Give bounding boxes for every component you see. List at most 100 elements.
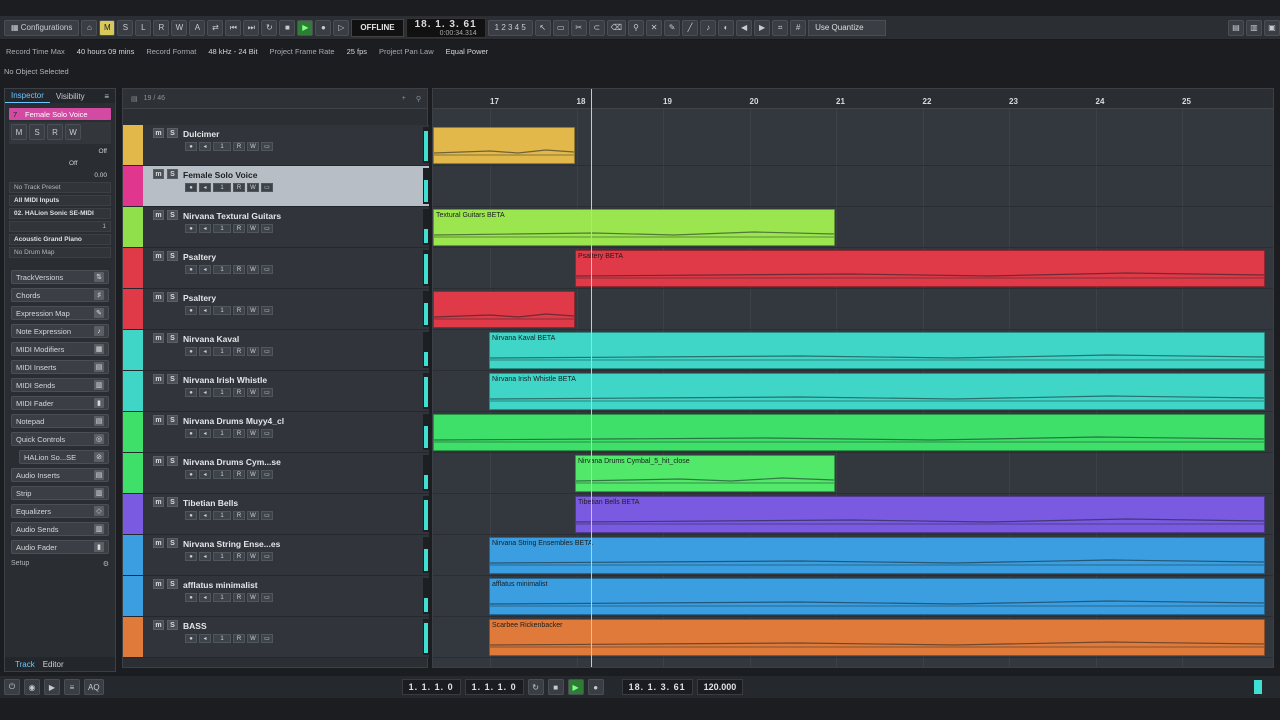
section-notepad[interactable]: Notepad ▤ — [11, 414, 109, 428]
grid-type-icon[interactable]: # — [790, 19, 807, 36]
snap-icon[interactable]: ⌗ — [772, 19, 789, 36]
track-solo-button[interactable]: S — [167, 210, 178, 220]
track-name[interactable]: Psaltery — [183, 293, 216, 303]
read-button[interactable]: R — [233, 183, 245, 192]
monitor-button[interactable]: ● — [185, 142, 197, 151]
line-tool-icon[interactable]: ╱ — [682, 19, 699, 36]
nudge-right-icon[interactable]: ▶ — [754, 19, 771, 36]
track-solo-button[interactable]: S — [167, 374, 178, 384]
write-button[interactable]: W — [247, 552, 259, 561]
write-button[interactable]: W — [65, 124, 81, 140]
section-trackversions[interactable]: TrackVersions ⇅ — [11, 270, 109, 284]
track-row[interactable]: m S Nirvana Kaval ● ◂ 1 R W ▭ — [123, 330, 429, 371]
track-controls[interactable]: M S R W — [9, 122, 111, 144]
record-enable-button[interactable]: ◂ — [199, 142, 211, 151]
window-split-icon[interactable]: ▥ — [1246, 19, 1262, 36]
edit-button[interactable]: ▭ — [261, 552, 273, 561]
erase-tool-icon[interactable]: ⌫ — [606, 19, 627, 36]
midi-part[interactable]: Nirvana Drums Cymbal_5_hit_close — [575, 455, 835, 492]
inspector-track-name[interactable]: 7 Female Solo Voice — [9, 108, 111, 120]
track-mute-button[interactable]: m — [153, 333, 164, 343]
ruler[interactable]: 17 18 19 20 21 22 23 24 25 — [433, 89, 1273, 109]
list-editor-icon[interactable]: ≡ — [64, 679, 80, 695]
read-button[interactable]: R — [233, 552, 245, 561]
track-color[interactable] — [123, 535, 143, 575]
playhead[interactable] — [591, 89, 592, 667]
record-enable-button[interactable]: ◂ — [199, 306, 211, 315]
write-button[interactable]: W — [247, 429, 259, 438]
zoom-tool-icon[interactable]: ⚲ — [628, 19, 645, 36]
read-button[interactable]: R — [233, 224, 245, 233]
pointer-tool-icon[interactable]: ↖ — [534, 19, 551, 36]
mode-w-button[interactable]: W — [171, 19, 188, 36]
draw-tool-icon[interactable]: ✎ — [664, 19, 681, 36]
read-button[interactable]: R — [233, 593, 245, 602]
channel-field[interactable]: 1 — [213, 470, 231, 479]
instrument-slot[interactable]: HALion So...SE ⊘ — [19, 450, 109, 464]
transport-stop-icon[interactable]: ■ — [547, 679, 564, 695]
mode-l-button[interactable]: L — [135, 19, 152, 36]
track-mute-button[interactable]: m — [153, 169, 164, 179]
record-enable-button[interactable]: ◂ — [199, 347, 211, 356]
section-midi-fader[interactable]: MIDI Fader ▮ — [11, 396, 109, 410]
track-name[interactable]: Tibetian Bells — [183, 498, 238, 508]
write-button[interactable]: W — [247, 634, 259, 643]
track-color[interactable] — [123, 248, 143, 288]
monitor-button[interactable]: ● — [185, 511, 197, 520]
write-button[interactable]: W — [247, 306, 259, 315]
track-mute-button[interactable]: m — [153, 374, 164, 384]
program-field[interactable]: Acoustic Grand Piano — [9, 234, 111, 245]
menu-icon[interactable]: ≡ — [98, 89, 115, 103]
setup-row[interactable]: Setup ⚙ — [11, 560, 109, 568]
midi-part[interactable]: Nirvana String Ensembles BETA — [489, 537, 1265, 574]
section-audio-fader[interactable]: Audio Fader ▮ — [11, 540, 109, 554]
mode-a-button[interactable]: A — [189, 19, 206, 36]
track-solo-button[interactable]: S — [167, 128, 178, 138]
right-locator[interactable]: 1. 1. 1. 0 — [464, 679, 524, 695]
home-icon[interactable]: ⌂ — [81, 19, 98, 36]
transport-position[interactable]: 18. 1. 3. 61 — [621, 679, 693, 695]
velocity-value[interactable]: Off — [69, 160, 78, 167]
read-button[interactable]: R — [233, 511, 245, 520]
track-mute-button[interactable]: m — [153, 538, 164, 548]
midi-part[interactable] — [433, 291, 575, 328]
track-name[interactable]: Female Solo Voice — [183, 170, 257, 180]
monitor-button[interactable]: ● — [185, 552, 197, 561]
read-button[interactable]: R — [233, 306, 245, 315]
write-button[interactable]: W — [247, 142, 259, 151]
track-row[interactable]: m S Nirvana Drums Muyy4_cl ● ◂ 1 R W ▭ — [123, 412, 429, 453]
play-icon[interactable]: ▶ — [297, 19, 314, 36]
punch-icon[interactable]: ▷ — [333, 19, 350, 36]
track-row[interactable]: m S Nirvana Textural Guitars ● ◂ 1 R W ▭ — [123, 207, 429, 248]
track-color[interactable] — [123, 453, 143, 493]
nudge-left-icon[interactable]: ◀ — [736, 19, 753, 36]
edit-button[interactable]: ▭ — [261, 142, 273, 151]
track-color[interactable] — [123, 494, 143, 534]
read-button[interactable]: R — [233, 388, 245, 397]
channel-field[interactable]: 1 — [213, 552, 231, 561]
track-row[interactable]: m S Psaltery ● ◂ 1 R W ▭ — [123, 289, 429, 330]
monitor-button[interactable]: ● — [185, 265, 197, 274]
record-format-value[interactable]: 48 kHz - 24 Bit — [208, 47, 257, 56]
mute-tool-icon[interactable]: ✕ — [646, 19, 663, 36]
track-name[interactable]: BASS — [183, 621, 207, 631]
track-color[interactable] — [123, 617, 143, 657]
pan-law-value[interactable]: Equal Power — [446, 47, 489, 56]
channel-field[interactable]: 1 — [213, 142, 231, 151]
track-solo-button[interactable]: S — [167, 456, 178, 466]
record-enable-button[interactable]: ◂ — [199, 429, 211, 438]
midi-part[interactable]: Textural Guitars BETA — [433, 209, 835, 246]
track-name[interactable]: Psaltery — [183, 252, 216, 262]
midi-channel-field[interactable]: 1 — [9, 221, 111, 232]
channel-field[interactable]: 1 — [213, 511, 231, 520]
write-button[interactable]: W — [247, 511, 259, 520]
track-solo-button[interactable]: S — [167, 333, 178, 343]
glue-tool-icon[interactable]: ⊂ — [588, 19, 605, 36]
track-mute-button[interactable]: m — [153, 456, 164, 466]
edit-button[interactable]: ▭ — [261, 511, 273, 520]
mode-r-button[interactable]: R — [153, 19, 170, 36]
track-solo-button[interactable]: S — [167, 579, 178, 589]
monitor-button[interactable]: ● — [185, 347, 197, 356]
write-button[interactable]: W — [247, 347, 259, 356]
window-layout-icon[interactable]: ▤ — [1228, 19, 1244, 36]
